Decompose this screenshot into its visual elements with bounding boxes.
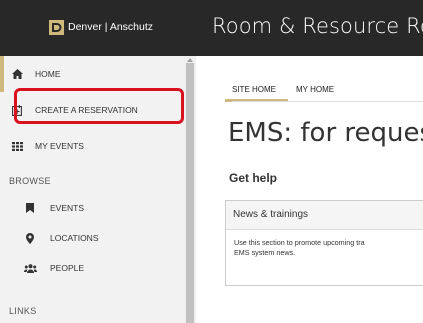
- sidebar-item-locations[interactable]: LOCATIONS: [0, 226, 196, 250]
- tab-divider: [232, 101, 423, 102]
- tab-my-home[interactable]: MY HOME: [296, 78, 334, 100]
- university-logo-icon: [49, 19, 64, 35]
- sidebar-item-my-events[interactable]: MY EVENTS: [0, 134, 193, 158]
- map-marker-icon: [22, 232, 38, 244]
- page-title: EMS: for reques: [228, 118, 423, 148]
- main-content: SITE HOME MY HOME EMS: for reques Get he…: [196, 56, 423, 323]
- sidebar-item-events[interactable]: EVENTS: [0, 196, 196, 220]
- highlight-box: [14, 88, 184, 124]
- home-icon: [9, 69, 25, 79]
- panel-title: News & trainings: [233, 209, 309, 220]
- sidebar-item-label: LOCATIONS: [50, 233, 99, 243]
- people-icon: [22, 263, 38, 273]
- top-header: Denver | Anschutz Room & Resource Re: [0, 0, 423, 56]
- sidebar-item-label: EVENTS: [50, 203, 85, 213]
- tab-site-home[interactable]: SITE HOME: [224, 78, 289, 102]
- sidebar-item-label: MY EVENTS: [35, 141, 84, 151]
- logo[interactable]: Denver | Anschutz: [49, 18, 153, 36]
- app-title: Room & Resource Re: [212, 14, 423, 38]
- grid-icon: [9, 141, 25, 151]
- sidebar-item-label: PEOPLE: [50, 263, 85, 273]
- panel-body-text: Use this section to promote upcoming tra…: [234, 238, 365, 257]
- sidebar-section-links: LINKS: [9, 306, 37, 316]
- sidebar-item-home[interactable]: HOME: [0, 56, 193, 92]
- sidebar-item-people[interactable]: PEOPLE: [0, 256, 196, 280]
- tab-bar: SITE HOME MY HOME: [224, 78, 354, 102]
- logo-text: Denver | Anschutz: [68, 21, 154, 33]
- sidebar-scroll-thumb[interactable]: [186, 63, 194, 323]
- sidebar-item-label: HOME: [35, 69, 61, 79]
- panel-header: News & trainings: [226, 201, 423, 230]
- help-heading: Get help: [229, 171, 278, 185]
- bookmark-icon: [22, 203, 38, 213]
- active-indicator: [0, 56, 4, 92]
- sidebar-section-browse: BROWSE: [9, 176, 51, 186]
- news-panel: News & trainings Use this section to pro…: [225, 200, 423, 286]
